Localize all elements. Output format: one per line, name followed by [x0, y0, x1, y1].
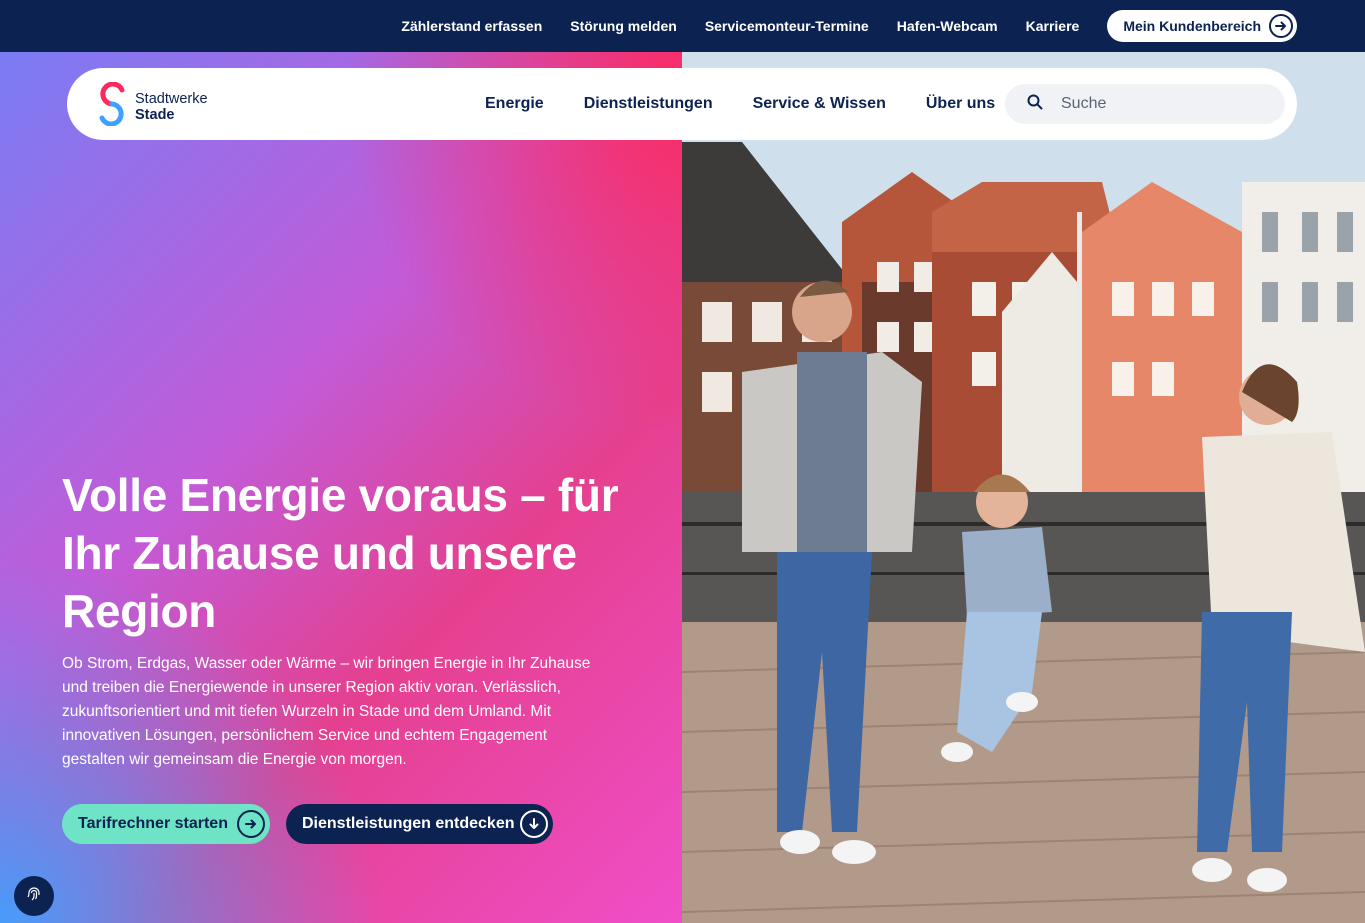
brand-logo[interactable]: Stadtwerke Stade [97, 81, 208, 131]
nav-item-dienstleistungen[interactable]: Dienstleistungen [584, 95, 713, 113]
utility-link-stoerung[interactable]: Störung melden [570, 18, 677, 34]
tarifrechner-button[interactable]: Tarifrechner starten [62, 804, 270, 844]
utility-bar: Zählerstand erfassen Störung melden Serv… [0, 0, 1365, 52]
arrow-right-icon [1269, 14, 1293, 38]
tarifrechner-button-label: Tarifrechner starten [78, 815, 228, 832]
brand-line-2: Stade [135, 106, 175, 123]
dienstleistungen-button-label: Dienstleistungen entdecken [302, 815, 515, 832]
account-button-label: Mein Kundenbereich [1123, 18, 1261, 34]
search-input[interactable] [1061, 95, 1251, 113]
utility-link-webcam[interactable]: Hafen-Webcam [897, 18, 998, 34]
fingerprint-icon [25, 885, 43, 908]
cookie-settings-button[interactable] [14, 876, 54, 916]
account-button[interactable]: Mein Kundenbereich [1107, 10, 1297, 42]
search-box[interactable] [1005, 84, 1285, 124]
hero-description: Ob Strom, Erdgas, Wasser oder Wärme – wi… [62, 655, 591, 768]
hero-photo [682, 52, 1365, 923]
utility-link-servicemonteur[interactable]: Servicemonteur-Termine [705, 18, 869, 34]
stadtwerke-s-logo-icon [97, 81, 127, 131]
dienstleistungen-button[interactable]: Dienstleistungen entdecken [286, 804, 553, 844]
nav-item-energie[interactable]: Energie [485, 95, 544, 113]
nav-item-ueber-uns[interactable]: Über uns [926, 95, 995, 113]
arrow-down-icon [520, 810, 548, 838]
search-icon [1027, 94, 1043, 115]
arrow-right-icon [237, 810, 265, 838]
utility-links: Zählerstand erfassen Störung melden Serv… [373, 0, 1297, 52]
brand-name: Stadtwerke Stade [135, 91, 208, 123]
hero-title: Volle Energie voraus – für Ihr Zuhause u… [62, 469, 619, 637]
main-header: Stadtwerke Stade Energie Dienstleistunge… [67, 68, 1297, 140]
brand-line-1: Stadtwerke [135, 90, 208, 107]
utility-link-zaehlerstand[interactable]: Zählerstand erfassen [401, 18, 542, 34]
main-navigation: Energie Dienstleistungen Service & Wisse… [485, 68, 1035, 140]
utility-link-karriere[interactable]: Karriere [1026, 18, 1080, 34]
nav-item-service-wissen[interactable]: Service & Wissen [753, 95, 886, 113]
